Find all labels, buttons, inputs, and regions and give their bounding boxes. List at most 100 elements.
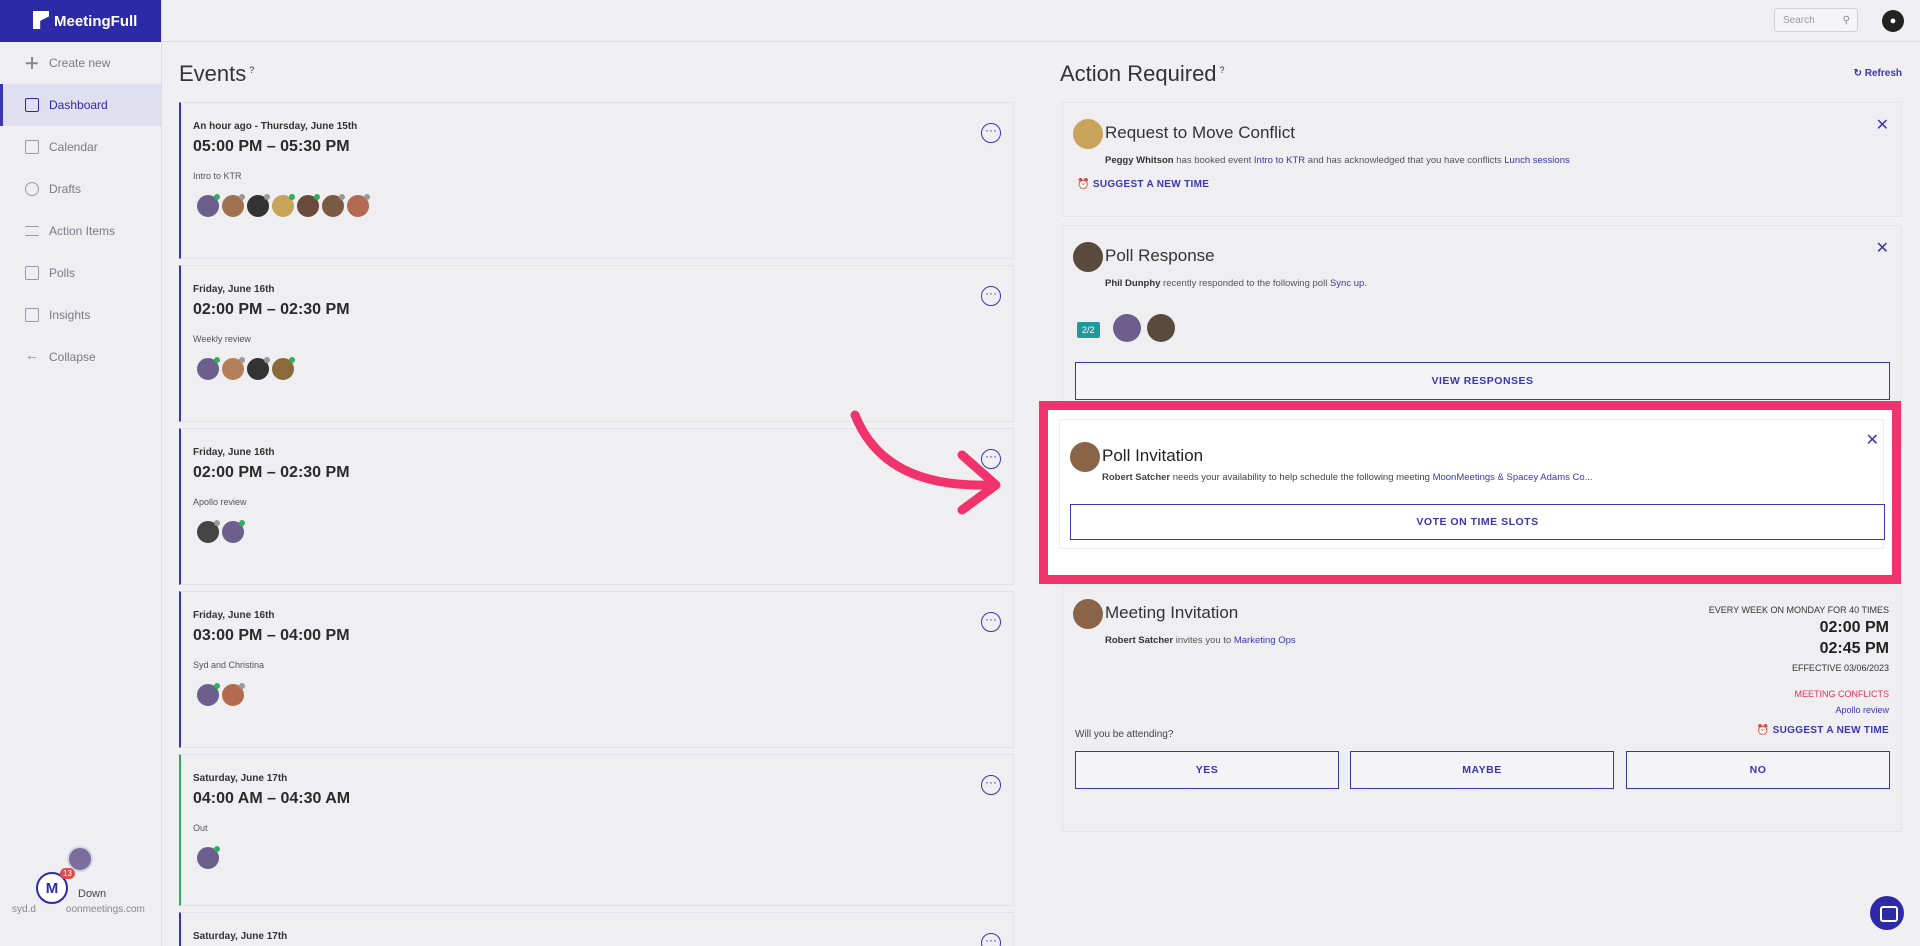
conflict-link[interactable]: Lunch sessions [1504,155,1569,166]
help-icon[interactable]: ? [1220,65,1225,75]
topbar: Search ⚲ ● [162,0,1920,42]
avatar [220,682,246,708]
user-email: syd.d oonmeetings.com [12,904,145,915]
meetingfull-logo-icon [33,11,49,29]
attendee-avatars [195,356,296,382]
sidebar-item-polls[interactable]: Polls [0,252,161,294]
attendee-avatars [195,193,371,219]
avatar [345,193,371,219]
sidebar-item-action-items[interactable]: Action Items [0,210,161,252]
calendar-icon [25,140,39,154]
avatar [320,193,346,219]
refresh-button[interactable]: ↻ Refresh [1854,68,1902,79]
avatar [1073,599,1103,629]
close-icon[interactable]: ✕ [1876,238,1889,258]
maybe-button[interactable]: MAYBE [1350,751,1614,789]
event-card[interactable]: Saturday, June 17th 04:00 AM – 04:30 AM … [179,754,1014,906]
avatar [245,356,271,382]
event-card[interactable]: An hour ago - Thursday, June 15th 05:00 … [179,102,1014,259]
event-link[interactable]: Intro to KTR [1254,155,1305,166]
suggest-new-time-button[interactable]: ⏰ SUGGEST A NEW TIME [1077,179,1209,190]
avatar [1147,314,1175,342]
event-time: 02:00 PM – 02:30 PM [193,301,350,318]
avatar [195,193,221,219]
avatar [195,845,221,871]
user-profile[interactable]: M 13 Down syd.d oonmeetings.com [0,836,162,946]
event-card[interactable]: Friday, June 16th 03:00 PM – 04:00 PM Sy… [179,591,1014,748]
bell-icon[interactable]: ● [1882,10,1904,32]
avatar [220,356,246,382]
event-card[interactable]: Friday, June 16th 02:00 PM – 02:30 PM We… [179,265,1014,422]
more-options-icon[interactable]: ··· [981,612,1001,632]
sidebar-item-dashboard[interactable]: Dashboard [0,84,161,126]
list-icon [25,226,39,236]
event-time: 04:00 AM – 04:30 AM [193,790,351,807]
avatar [295,193,321,219]
sidebar-item-insights[interactable]: Insights [0,294,161,336]
event-date: Saturday, June 17th [193,773,288,784]
meeting-link[interactable]: MoonMeetings & Spacey Adams Co... [1433,472,1593,483]
events-title: Events? [179,61,255,86]
card-title: Meeting Invitation [1105,603,1239,622]
chart-icon [25,308,39,322]
more-options-icon[interactable]: ··· [981,775,1001,795]
event-title: Syd and Christina [193,660,265,670]
card-title: Poll Response [1105,246,1215,265]
recurrence-text: EVERY WEEK ON MONDAY FOR 40 TIMES [1708,605,1889,615]
meeting-invitation-card: Meeting Invitation Robert Satcher invite… [1062,582,1902,832]
event-date: An hour ago - Thursday, June 15th [193,121,358,132]
event-title: Weekly review [193,334,251,344]
event-title: Apollo review [193,497,247,507]
sidebar: MeetingFull Create new Dashboard Calenda… [0,0,162,946]
event-card[interactable]: Saturday, June 17th ··· [179,912,1014,946]
close-icon[interactable]: ✕ [1866,430,1879,450]
more-options-icon[interactable]: ··· [981,286,1001,306]
notification-count-badge: 13 [60,868,75,879]
suggest-new-time-button[interactable]: ⏰ SUGGEST A NEW TIME [1757,725,1889,736]
avatar [270,193,296,219]
event-title: Out [193,823,208,833]
action-required-title: Action Required? [1060,61,1225,86]
help-icon[interactable]: ? [249,65,254,75]
attendee-avatars [195,682,246,708]
view-responses-button[interactable]: VIEW RESPONSES [1075,362,1890,400]
sidebar-item-collapse[interactable]: Collapse [0,336,161,378]
avatar [245,193,271,219]
search-input[interactable]: Search ⚲ [1774,8,1858,32]
meeting-link[interactable]: Marketing Ops [1234,635,1296,646]
more-options-icon[interactable]: ··· [981,933,1001,946]
chat-support-icon[interactable] [1870,896,1904,930]
event-title: Intro to KTR [193,171,242,181]
sidebar-item-create-new[interactable]: Create new [0,42,161,84]
sidebar-nav: Create new Dashboard Calendar Drafts Act… [0,42,161,378]
yes-button[interactable]: YES [1075,751,1339,789]
conflict-card: Request to Move Conflict Peggy Whitson h… [1062,102,1902,217]
avatar [1073,119,1103,149]
start-time: 02:00 PM [1819,619,1889,636]
user-name: Down [78,888,107,900]
poll-link[interactable]: Sync up. [1330,278,1367,289]
app-logo[interactable]: MeetingFull [0,0,161,42]
vote-on-time-slots-button[interactable]: VOTE ON TIME SLOTS [1070,504,1885,540]
card-title: Request to Move Conflict [1105,123,1295,142]
card-title: Poll Invitation [1102,446,1204,465]
avatar [270,356,296,382]
avatar [195,682,221,708]
event-date: Friday, June 16th [193,610,275,621]
sidebar-item-calendar[interactable]: Calendar [0,126,161,168]
avatar [195,519,221,545]
plus-icon [25,56,39,70]
sidebar-item-drafts[interactable]: Drafts [0,168,161,210]
more-options-icon[interactable]: ··· [981,123,1001,143]
close-icon[interactable]: ✕ [1876,115,1889,135]
card-description: Robert Satcher invites you to Marketing … [1105,635,1296,646]
meeting-conflicts-label: MEETING CONFLICTS [1794,689,1889,699]
conflict-link[interactable]: Apollo review [1835,705,1889,715]
event-time: 05:00 PM – 05:30 PM [193,138,350,155]
no-button[interactable]: NO [1626,751,1890,789]
event-date: Saturday, June 17th [193,931,288,942]
clock-icon [25,182,39,196]
poll-invitation-card: Poll Invitation Robert Satcher needs you… [1059,419,1885,549]
response-count-badge: 2/2 [1077,322,1100,338]
pointer-arrow-icon [850,410,1001,515]
